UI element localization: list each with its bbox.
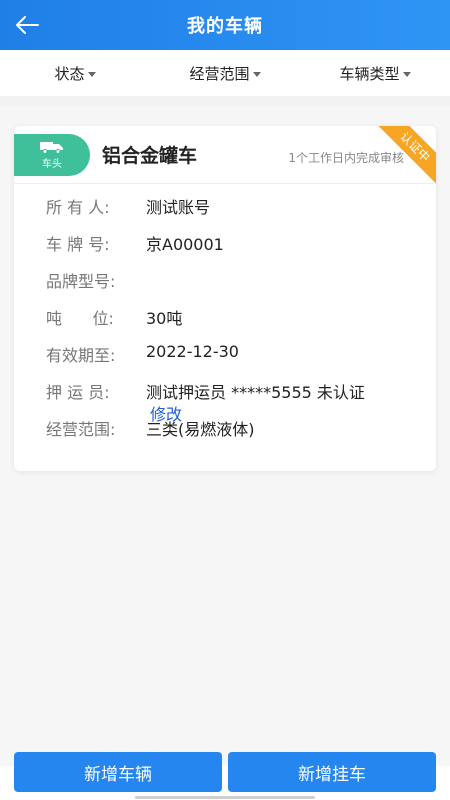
detail-label: 押 运 员: bbox=[46, 383, 110, 402]
escort-value: 测试押运员 *****5555 未认证 bbox=[146, 383, 365, 402]
caret-down-icon bbox=[252, 71, 261, 77]
caret-down-icon bbox=[402, 71, 411, 77]
back-arrow-icon[interactable] bbox=[14, 11, 44, 39]
page-title: 我的车辆 bbox=[187, 16, 263, 37]
detail-value: 三类(易燃液体) bbox=[146, 420, 255, 439]
home-indicator bbox=[135, 796, 315, 799]
filter-bar: 状态 经营范围 车辆类型 bbox=[0, 50, 450, 96]
vehicle-list: 车头 铝合金罐车 1个工作日内完成审核 认证中 所 有 人: 测试账号 车 牌 … bbox=[0, 106, 450, 766]
vehicle-tag-label: 车头 bbox=[42, 158, 62, 170]
detail-label: 吨 位: bbox=[46, 309, 114, 328]
detail-value: 2022-12-30 bbox=[146, 342, 239, 361]
detail-label: 品牌型号: bbox=[46, 272, 116, 291]
detail-row-expiry: 有效期至: 2022-12-30 bbox=[46, 342, 436, 379]
bottom-actions: 新增车辆 新增挂车 bbox=[0, 752, 450, 800]
detail-row-plate: 车 牌 号: 京A00001 bbox=[46, 231, 436, 268]
add-trailer-button[interactable]: 新增挂车 bbox=[228, 752, 436, 792]
detail-value: 测试账号 bbox=[146, 198, 211, 217]
vehicle-details: 所 有 人: 测试账号 车 牌 号: 京A00001 品牌型号: 吨 位: 30… bbox=[14, 184, 436, 453]
detail-value: 30吨 bbox=[146, 309, 183, 328]
review-note: 1个工作日内完成审核 bbox=[288, 151, 404, 165]
detail-row-owner: 所 有 人: 测试账号 bbox=[46, 194, 436, 231]
detail-row-scope: 经营范围: 三类(易燃液体) bbox=[46, 416, 436, 453]
detail-label: 所 有 人: bbox=[46, 198, 110, 217]
filter-status[interactable]: 状态 bbox=[0, 63, 150, 84]
detail-row-escort: 押 运 员: 测试押运员 *****5555 未认证 修改 bbox=[46, 379, 436, 424]
caret-down-icon bbox=[87, 71, 96, 77]
add-vehicle-button[interactable]: 新增车辆 bbox=[14, 752, 222, 792]
filter-business-scope-label: 经营范围 bbox=[189, 64, 250, 83]
divider bbox=[0, 96, 450, 106]
detail-label: 车 牌 号: bbox=[46, 235, 110, 254]
detail-row-tonnage: 吨 位: 30吨 bbox=[46, 305, 436, 342]
detail-row-brand: 品牌型号: bbox=[46, 268, 436, 305]
detail-label: 经营范围: bbox=[46, 420, 116, 439]
filter-vehicle-type[interactable]: 车辆类型 bbox=[300, 63, 450, 84]
truck-icon bbox=[40, 141, 63, 154]
detail-value: 京A00001 bbox=[146, 235, 224, 254]
vehicle-type: 铝合金罐车 bbox=[102, 145, 198, 167]
detail-label: 有效期至: bbox=[46, 346, 116, 365]
filter-business-scope[interactable]: 经营范围 bbox=[150, 63, 300, 84]
filter-vehicle-type-label: 车辆类型 bbox=[339, 64, 400, 83]
vehicle-card[interactable]: 车头 铝合金罐车 1个工作日内完成审核 认证中 所 有 人: 测试账号 车 牌 … bbox=[14, 126, 436, 471]
vehicle-card-header: 车头 铝合金罐车 1个工作日内完成审核 认证中 bbox=[14, 126, 436, 187]
app-bar: 我的车辆 bbox=[0, 0, 450, 50]
filter-status-label: 状态 bbox=[54, 64, 85, 83]
vehicle-tag: 车头 bbox=[14, 133, 90, 176]
